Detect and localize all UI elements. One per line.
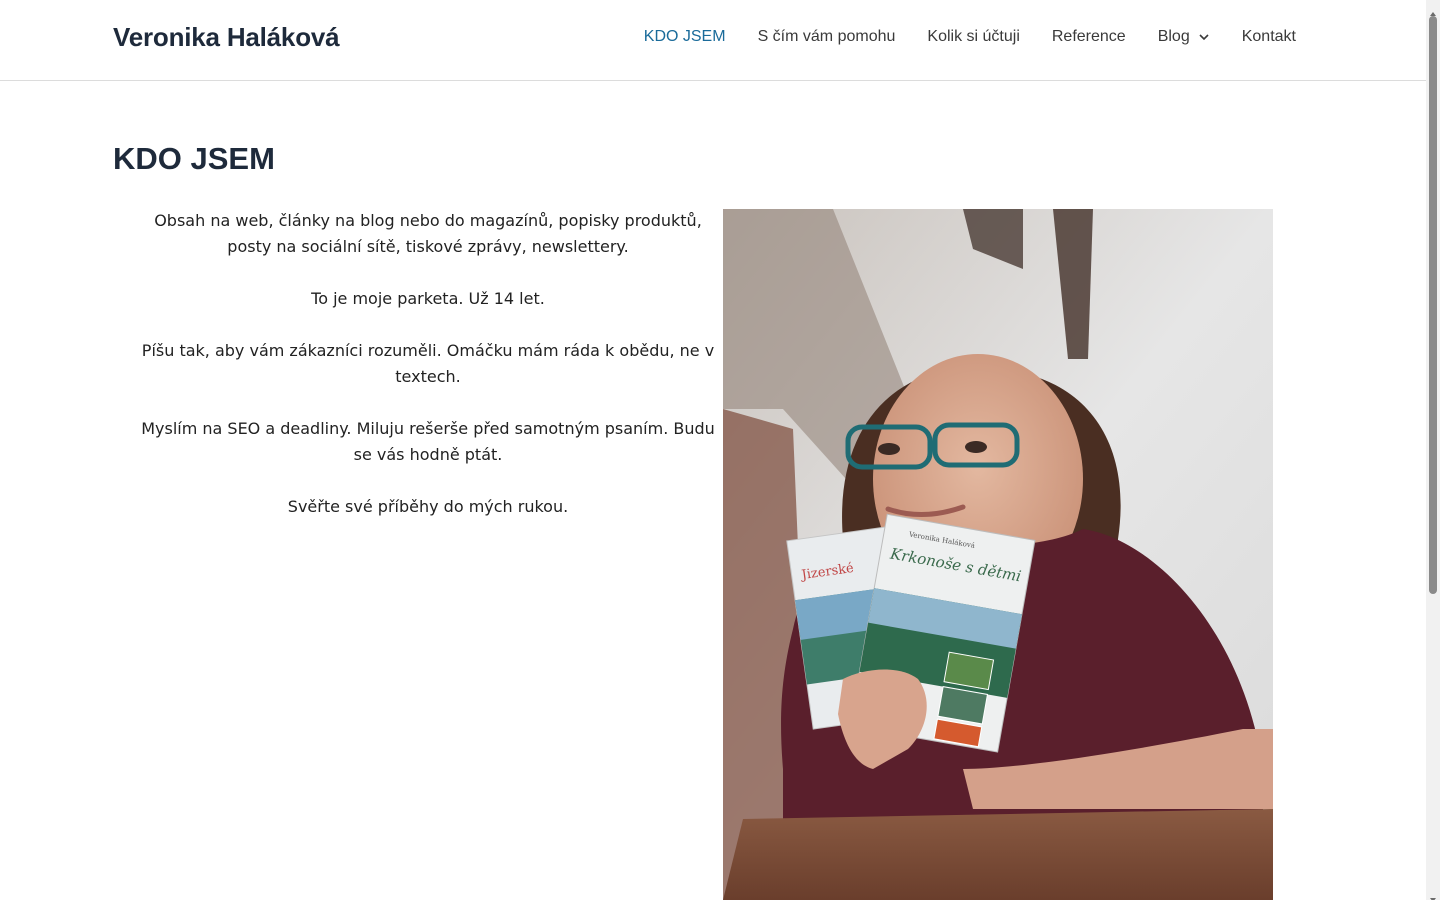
paragraph: Myslím na SEO a deadliny. Miluju rešerše…	[141, 419, 715, 464]
site-title[interactable]: Veronika Haláková	[113, 22, 340, 53]
nav-item-label: KDO JSEM	[643, 28, 726, 45]
main-nav: KDO JSEM S čím vám pomohu Kolik si účtuj…	[612, 28, 1296, 46]
nav-item-label: Reference	[1051, 28, 1126, 45]
scroll-up-icon[interactable]	[1429, 3, 1437, 16]
paragraph: Píšu tak, aby vám zákazníci rozuměli. Om…	[141, 341, 715, 386]
chevron-down-icon[interactable]	[1198, 31, 1210, 43]
nav-item-blog[interactable]: Blog	[1158, 28, 1210, 46]
nav-item-reference[interactable]: Reference	[1052, 28, 1126, 46]
paragraph: To je moje parketa. Už 14 let.	[311, 289, 545, 308]
profile-photo: Jizerské Veronika Haláková Krkonoše s dě…	[723, 209, 1273, 900]
nav-item-label: Blog	[1157, 28, 1190, 45]
paragraph: Svěřte své příběhy do mých rukou.	[287, 497, 569, 516]
intro-text: Obsah na web, články na blog nebo do mag…	[133, 208, 723, 546]
paragraph: Obsah na web, články na blog nebo do mag…	[154, 211, 702, 256]
nav-item-kolik-si-uctuji[interactable]: Kolik si účtuji	[927, 28, 1019, 46]
nav-item-s-cim-vam-pomohu[interactable]: S čím vám pomohu	[758, 28, 896, 46]
nav-item-kdo-jsem[interactable]: KDO JSEM	[644, 28, 726, 46]
page-title: KDO JSEM	[113, 141, 275, 176]
page-scrollbar[interactable]	[1426, 0, 1440, 900]
scroll-down-icon[interactable]	[1429, 889, 1437, 900]
nav-item-label: S čím vám pomohu	[757, 28, 896, 45]
nav-item-kontakt[interactable]: Kontakt	[1242, 28, 1296, 46]
nav-item-label: Kolik si účtuji	[927, 28, 1020, 45]
site-header: Veronika Haláková KDO JSEM S čím vám pom…	[0, 0, 1426, 81]
scrollbar-thumb[interactable]	[1429, 16, 1437, 594]
nav-item-label: Kontakt	[1241, 28, 1296, 45]
